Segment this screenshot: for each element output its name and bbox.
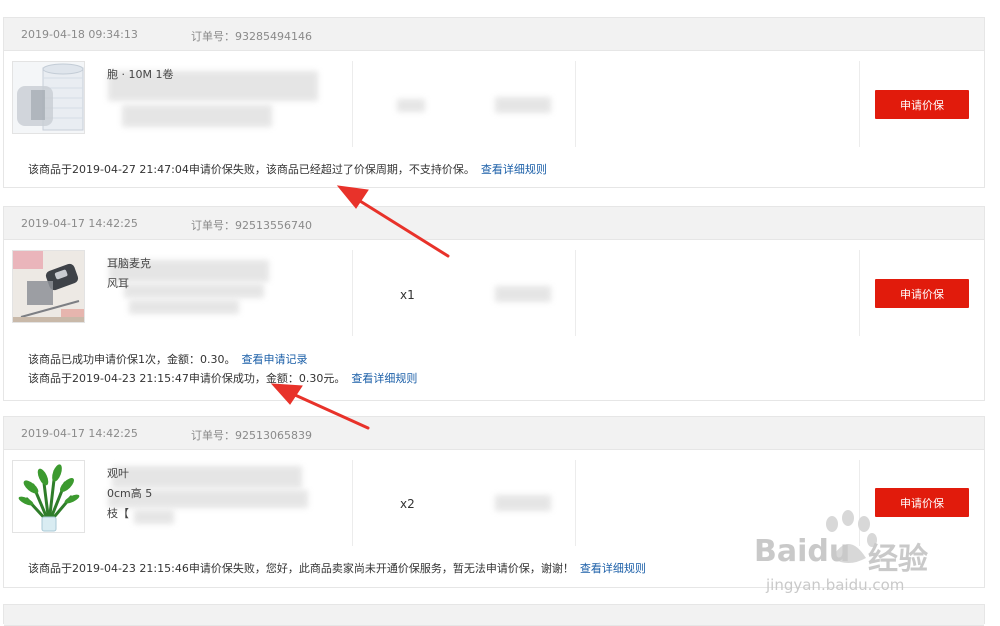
order-date: 2019-04-17 14:42:25 [21,217,138,230]
watermark-brand: Baidu [754,534,850,569]
order-header: 2019-04-17 14:42:25 订单号：92513556740 [4,207,984,240]
quantity: x1 [400,288,415,302]
product-title-line: 0cm高 5 [107,487,153,500]
apply-price-protection-button[interactable]: 申请价保 [875,279,969,308]
product-title[interactable]: 观叶 0cm高 5 枝【 [107,464,347,524]
headset-image [13,251,84,322]
column-divider [352,61,353,147]
order-number[interactable]: 订单号：92513065839 [191,427,312,443]
column-divider [859,61,860,147]
view-rules-link[interactable]: 查看详细规则 [481,163,547,176]
product-title-line: 耳脑麦克 [107,257,151,270]
watermark-brand-latin-2: du [807,534,851,569]
column-divider [575,460,576,546]
order-header [4,605,984,626]
order-card [3,604,985,626]
view-records-link[interactable]: 查看申请记录 [242,353,308,366]
tape-roll-image [13,62,84,133]
view-rules-link[interactable]: 查看详细规则 [580,562,646,575]
blurred-price [495,495,551,511]
order-number[interactable]: 订单号：92513556740 [191,217,312,233]
blurred-price [495,286,551,302]
column-divider [352,460,353,546]
order-header: 2019-04-17 14:42:25 订单号：92513065839 [4,417,984,450]
plant-image [13,461,84,532]
product-image[interactable] [12,460,85,533]
product-title-line: 枝【 [107,507,129,520]
baidu-jingyan-watermark: Baidu 经验 jingyan.baidu.com [752,510,982,600]
product-title-line: 风耳 [107,277,129,290]
column-divider [575,61,576,147]
product-title-line: 观叶 [107,467,129,480]
status-text: 该商品已成功申请价保1次，金额：0.30。 [28,353,236,366]
order-date: 2019-04-17 14:42:25 [21,427,138,440]
order-header: 2019-04-18 09:34:13 订单号：93285494146 [4,18,984,51]
product-title-line: 胞 · 10M 1卷 [107,68,174,81]
price-protection-record: 该商品已成功申请价保1次，金额：0.30。 查看申请记录 [28,351,308,367]
column-divider [352,250,353,336]
order-card: 2019-04-18 09:34:13 订单号：93285494146 胞 · … [3,17,985,188]
blurred-title [129,300,239,314]
order-card: 2019-04-17 14:42:25 订单号：92513556740 耳脑麦克… [3,206,985,401]
apply-price-protection-button[interactable]: 申请价保 [875,90,969,119]
status-text: 该商品于2019-04-23 21:15:47申请价保成功，金额：0.30元。 [28,372,346,385]
watermark-brand-latin: Bai [754,534,808,569]
column-divider [575,250,576,336]
product-image[interactable] [12,61,85,134]
product-image[interactable] [12,250,85,323]
column-divider [859,250,860,336]
order-date: 2019-04-18 09:34:13 [21,28,138,41]
quantity: x2 [400,497,415,511]
view-rules-link[interactable]: 查看详细规则 [351,372,417,385]
price-protection-status: 该商品于2019-04-23 21:15:46申请价保失败，您好，此商品卖家尚未… [28,560,646,576]
product-title[interactable]: 胞 · 10M 1卷 [107,65,347,85]
status-text: 该商品于2019-04-27 21:47:04申请价保失败，该商品已经超过了价保… [28,163,475,176]
blurred-title [122,105,272,127]
blurred-price [495,97,551,113]
price-protection-status: 该商品于2019-04-27 21:47:04申请价保失败，该商品已经超过了价保… [28,161,547,177]
watermark-brand-cn: 经验 [868,542,928,577]
product-title[interactable]: 耳脑麦克 风耳 [107,254,347,294]
price-protection-status: 该商品于2019-04-23 21:15:47申请价保成功，金额：0.30元。查… [28,370,417,386]
watermark-url: jingyan.baidu.com [766,576,905,594]
status-text: 该商品于2019-04-23 21:15:46申请价保失败，您好，此商品卖家尚未… [28,562,574,575]
order-number[interactable]: 订单号：93285494146 [191,28,312,44]
blurred-qty [397,99,425,112]
